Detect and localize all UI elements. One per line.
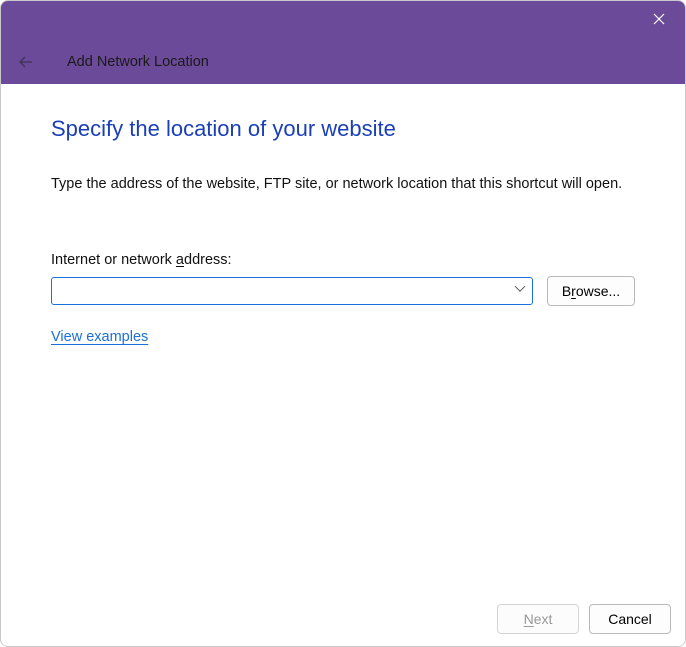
browse-button[interactable]: Browse... (547, 276, 635, 306)
view-examples-link[interactable]: View examples (51, 329, 148, 345)
cancel-button[interactable]: Cancel (589, 604, 671, 634)
content-area: Specify the location of your website Typ… (1, 84, 685, 592)
wizard-header: Add Network Location (1, 39, 685, 84)
footer: Next Cancel (1, 592, 685, 646)
address-row: Browse... (51, 276, 635, 306)
address-combobox[interactable] (51, 277, 533, 305)
instruction-text: Type the address of the website, FTP sit… (51, 174, 635, 194)
address-input[interactable] (52, 278, 532, 304)
wizard-window: Add Network Location Specify the locatio… (0, 0, 686, 647)
close-icon[interactable] (647, 7, 671, 31)
wizard-title: Add Network Location (67, 54, 209, 70)
back-arrow-icon[interactable] (15, 51, 37, 73)
titlebar (1, 1, 685, 39)
address-label: Internet or network address: (51, 252, 635, 268)
page-heading: Specify the location of your website (51, 116, 635, 142)
next-button: Next (497, 604, 579, 634)
